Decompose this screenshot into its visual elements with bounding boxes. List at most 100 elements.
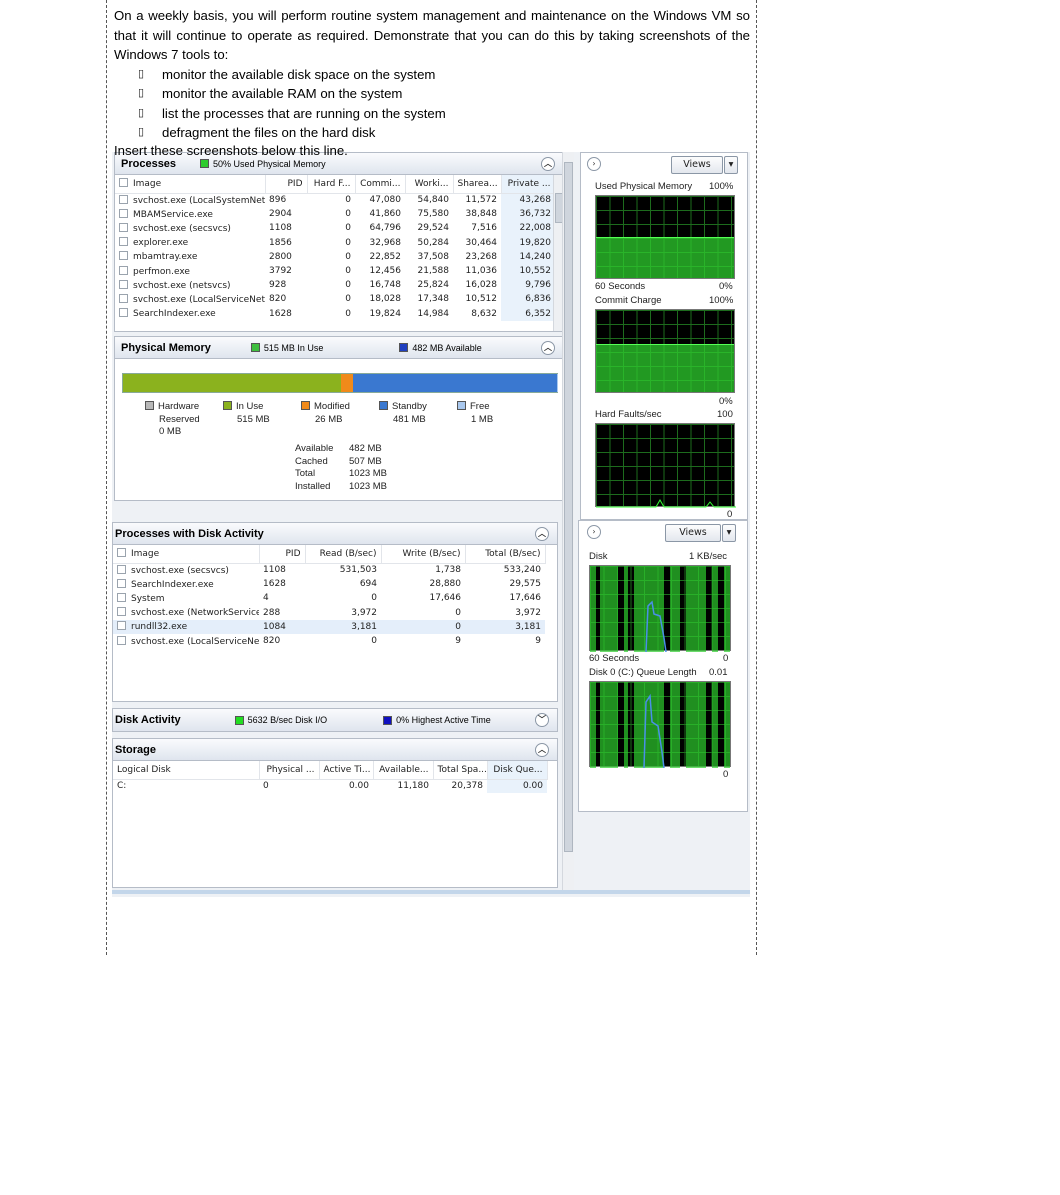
checkbox[interactable] bbox=[117, 564, 126, 574]
checkbox[interactable] bbox=[119, 279, 128, 289]
checkbox[interactable] bbox=[119, 222, 128, 232]
checkbox[interactable] bbox=[117, 592, 126, 602]
hard-faults-graph bbox=[595, 423, 736, 508]
table-cell: 64,796 bbox=[369, 223, 402, 234]
checkbox[interactable] bbox=[117, 621, 126, 631]
column-header[interactable]: Image bbox=[113, 545, 260, 564]
stat-label: Cached bbox=[295, 455, 328, 467]
storage-header[interactable]: Storage ︿ bbox=[113, 739, 557, 761]
checkbox[interactable] bbox=[117, 635, 126, 645]
table-cell: 11,036 bbox=[465, 266, 498, 277]
physical-memory-panel: Physical Memory 515 MB In Use 482 MB Ava… bbox=[114, 336, 564, 501]
physical-memory-header[interactable]: Physical Memory 515 MB In Use 482 MB Ava… bbox=[115, 337, 563, 359]
table-row[interactable]: perfmon.exe 3792 0 12,456 21,588 11,036 10,552 bbox=[115, 263, 555, 279]
expand-graphs-icon[interactable]: › bbox=[587, 157, 601, 171]
main-scrollbar[interactable] bbox=[562, 152, 574, 892]
disk-processes-header[interactable]: Processes with Disk Activity ︿ bbox=[113, 523, 557, 545]
checkbox[interactable] bbox=[117, 548, 126, 558]
table-cell: 1108 bbox=[263, 565, 286, 576]
checkbox[interactable] bbox=[119, 251, 128, 261]
expand-graphs-icon[interactable]: › bbox=[587, 525, 601, 539]
column-header[interactable]: Commi... bbox=[355, 175, 406, 194]
queue-length-graph bbox=[589, 681, 731, 768]
checkbox[interactable] bbox=[119, 265, 128, 275]
table-cell: 17,348 bbox=[417, 294, 450, 305]
table-row[interactable]: explorer.exe 1856 0 32,968 50,284 30,464 19,82… bbox=[115, 235, 555, 250]
legend-swatch bbox=[145, 401, 154, 410]
table-row[interactable]: svchost.exe (LocalServiceNet... 820 0 18,02… bbox=[115, 292, 555, 307]
column-header[interactable]: Disk Que... bbox=[487, 761, 548, 780]
queue-length-max: 0.01 bbox=[709, 667, 728, 678]
views-button[interactable]: Views bbox=[671, 156, 723, 174]
legend-swatch bbox=[223, 401, 232, 410]
table-cell: 0 bbox=[263, 781, 269, 792]
memory-graphs-panel: › Views ▾ Used Physical Memory 100% 60 S… bbox=[580, 152, 748, 520]
table-cell: 16,748 bbox=[369, 280, 402, 291]
memory-legend-item: Hardware Reserved 0 MB bbox=[145, 401, 200, 439]
table-cell: 0 bbox=[371, 593, 377, 604]
checkbox[interactable] bbox=[117, 607, 126, 617]
column-header[interactable]: Private ... bbox=[501, 175, 556, 194]
table-row[interactable]: SearchIndexer.exe 1628 0 19,824 14,984 8,632 6… bbox=[115, 306, 555, 321]
column-header[interactable]: Available... bbox=[373, 761, 434, 780]
table-row[interactable]: System 4 0 17,646 17,646 bbox=[113, 591, 545, 605]
stat-value: 1023 MB bbox=[349, 468, 388, 479]
checkbox[interactable] bbox=[119, 293, 128, 303]
collapse-icon[interactable]: ︿ bbox=[541, 341, 555, 355]
disk-activity-header[interactable]: Disk Activity 5632 B/sec Disk I/O 0% Hig… bbox=[113, 709, 557, 731]
column-header[interactable]: Image bbox=[115, 175, 266, 194]
column-header[interactable]: Read (B/sec) bbox=[305, 545, 382, 564]
table-cell: 3,181 bbox=[351, 621, 377, 632]
table-row[interactable]: svchost.exe (secsvcs) 1108 531,503 1,738 533… bbox=[113, 563, 545, 577]
views-dropdown-icon[interactable]: ▾ bbox=[722, 524, 736, 542]
table-cell: 9 bbox=[535, 636, 541, 647]
table-row[interactable]: SearchIndexer.exe 1628 694 28,880 29,575 bbox=[113, 577, 545, 591]
column-header[interactable]: Worki... bbox=[405, 175, 454, 194]
table-row[interactable]: mbamtray.exe 2800 0 22,852 37,508 23,268 14,24… bbox=[115, 249, 555, 264]
column-header[interactable]: PID bbox=[265, 175, 308, 194]
column-header[interactable]: Physical ... bbox=[259, 761, 320, 780]
table-row[interactable]: svchost.exe (LocalSystemNet... 896 0 47,080… bbox=[115, 193, 555, 208]
table-row[interactable]: svchost.exe (LocalServiceNet... 820 0 9 9 bbox=[113, 634, 545, 648]
memory-stats: Available 482 MB Cached 507 MB Total 1023 MB I… bbox=[295, 443, 387, 493]
queue-length-min: 0 bbox=[723, 769, 729, 780]
table-cell: 47,080 bbox=[369, 195, 402, 206]
column-header[interactable]: Hard F... bbox=[307, 175, 356, 194]
memory-usage-bar bbox=[122, 373, 558, 393]
views-dropdown-icon[interactable]: ▾ bbox=[724, 156, 738, 174]
checkbox[interactable] bbox=[119, 237, 128, 247]
disk-graphs-panel: › Views ▾ Disk 1 KB/sec 60 Seconds 0 Dis… bbox=[578, 520, 748, 812]
column-header[interactable]: Total Spa... bbox=[433, 761, 488, 780]
collapse-icon[interactable]: ︿ bbox=[535, 527, 549, 541]
column-header[interactable]: Logical Disk bbox=[113, 761, 260, 780]
table-row[interactable]: svchost.exe (netsvcs) 928 0 16,748 25,824 16,… bbox=[115, 278, 555, 293]
collapse-icon[interactable]: ︿ bbox=[541, 157, 555, 171]
table-row[interactable]: svchost.exe (NetworkService) 288 3,972 0 3,9… bbox=[113, 606, 545, 620]
column-header[interactable]: PID bbox=[259, 545, 306, 564]
column-header[interactable]: Sharea... bbox=[453, 175, 502, 194]
table-cell: 11,572 bbox=[465, 195, 498, 206]
checkbox[interactable] bbox=[119, 194, 128, 204]
table-row[interactable]: C: 0 0.00 11,180 20,378 0.00 bbox=[113, 779, 547, 794]
seconds-label: 60 Seconds bbox=[595, 281, 646, 292]
memory-bar-modified bbox=[341, 374, 353, 392]
table-cell: 18,028 bbox=[369, 294, 402, 305]
stat-value: 507 MB bbox=[349, 455, 382, 467]
table-row[interactable]: rundll32.exe 1084 3,181 0 3,181 bbox=[113, 619, 545, 634]
views-button[interactable]: Views bbox=[665, 524, 721, 542]
column-header[interactable]: Total (B/sec) bbox=[465, 545, 546, 564]
assignment-text: On a weekly basis, you will perform rout… bbox=[114, 6, 750, 143]
checkbox[interactable] bbox=[119, 308, 128, 318]
checkbox[interactable] bbox=[119, 178, 128, 188]
checkbox[interactable] bbox=[117, 578, 126, 588]
column-header[interactable]: Write (B/sec) bbox=[381, 545, 466, 564]
checkbox[interactable] bbox=[119, 208, 128, 218]
table-row[interactable]: MBAMService.exe 2904 0 41,860 75,580 38,848 36… bbox=[115, 207, 555, 222]
column-header[interactable]: Active Ti... bbox=[319, 761, 374, 780]
collapse-icon[interactable]: ︿ bbox=[535, 743, 549, 757]
table-cell: 25,824 bbox=[417, 280, 450, 291]
expand-icon[interactable]: ﹀ bbox=[535, 713, 549, 727]
table-cell: 17,646 bbox=[429, 593, 462, 604]
table-row[interactable]: svchost.exe (secsvcs) 1108 0 64,796 29,524 7,… bbox=[115, 221, 555, 236]
table-cell: 3,972 bbox=[351, 607, 377, 618]
